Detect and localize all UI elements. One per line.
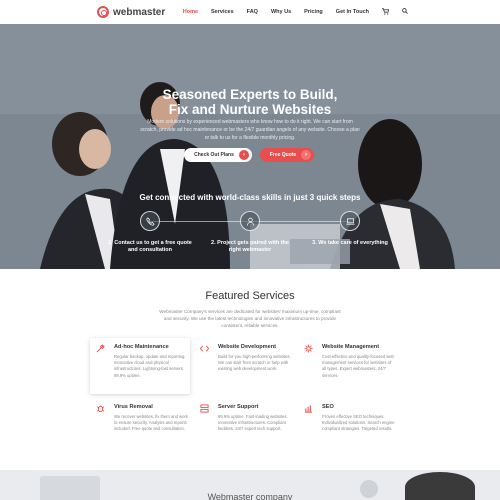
search-icon[interactable] <box>402 8 408 16</box>
service-card-website-development[interactable]: Website Development Build for-you high-p… <box>194 338 294 394</box>
nav-item-faq[interactable]: FAQ <box>247 9 258 15</box>
step-3-text: 3. We take care of everything <box>312 240 388 246</box>
featured-services-subtitle: Webmaster Company's services are dedicat… <box>159 309 341 328</box>
company-section-preview: Webmaster company <box>0 470 500 500</box>
hero-subtitle: Modern solutions by experienced webmaste… <box>140 119 360 141</box>
service-description: 99.9% uptime. Fast-loading websites. Inn… <box>218 414 288 432</box>
service-title: Website Management <box>322 344 380 350</box>
nav-item-services[interactable]: Services <box>211 9 234 15</box>
check-out-plans-label: Check Out Plans <box>194 152 234 158</box>
service-card-ad-hoc-maintenance[interactable]: Ad-hoc Maintenance Regular backup, updat… <box>90 338 190 394</box>
service-description: We recover websites, fix them and work t… <box>114 414 188 432</box>
site-header: webmaster Home Services FAQ Why Us Prici… <box>0 0 500 24</box>
logo[interactable]: webmaster <box>97 6 165 18</box>
hero-title-line-2: Fix and Nurture Websites <box>168 102 332 117</box>
check-out-plans-button[interactable]: Check Out Plans › <box>184 148 252 162</box>
hero-background-image <box>0 24 500 269</box>
nav-item-why-us[interactable]: Why Us <box>271 9 291 15</box>
service-title: Server Support <box>218 404 259 410</box>
service-description: Regular backup, update and reporting. In… <box>114 354 186 378</box>
company-section-title: Webmaster company <box>207 492 293 500</box>
bug-icon <box>96 404 105 413</box>
service-card-seo[interactable]: SEO Proven effective SEO techniques. Ind… <box>298 398 398 454</box>
step-2-text: 2. Project gets paired with the right we… <box>211 240 289 253</box>
cart-icon[interactable] <box>382 7 390 17</box>
service-title: SEO <box>322 404 334 410</box>
hero-title-line-1: Seasoned Experts to Build, <box>162 87 338 102</box>
laptop-icon <box>340 211 360 231</box>
hero-title: Seasoned Experts to Build, Fix and Nurtu… <box>0 87 500 117</box>
nav-item-home[interactable]: Home <box>183 9 198 15</box>
service-card-virus-removal[interactable]: Virus Removal We recover websites, fix t… <box>90 398 190 454</box>
arrow-right-icon: › <box>301 150 311 160</box>
gear-icon <box>304 344 313 353</box>
arrow-right-icon: › <box>239 150 249 160</box>
steps-title: Get connected with world-class skills in… <box>139 193 361 202</box>
service-description: Build for-you high-performing websites. … <box>218 354 291 372</box>
server-icon <box>200 404 209 413</box>
service-title: Virus Removal <box>114 404 153 410</box>
featured-services-title: Featured Services <box>205 290 295 302</box>
phone-icon <box>140 211 160 231</box>
nav-item-pricing[interactable]: Pricing <box>304 9 323 15</box>
code-icon <box>199 344 210 353</box>
service-title: Ad-hoc Maintenance <box>114 344 169 350</box>
service-title: Website Development <box>218 344 277 350</box>
free-quote-button[interactable]: Free Quote › <box>260 148 314 162</box>
chart-icon <box>304 404 313 413</box>
tools-icon <box>96 344 105 353</box>
service-description: Proven effective SEO techniques. Individ… <box>322 414 395 432</box>
nav-item-get-in-touch[interactable]: Get In Touch <box>336 9 369 15</box>
logo-icon <box>97 6 109 18</box>
free-quote-label: Free Quote <box>269 152 297 158</box>
hero-section: Seasoned Experts to Build, Fix and Nurtu… <box>0 24 500 269</box>
logo-text: webmaster <box>113 6 166 18</box>
step-1-text: 1. Contact us to get a free quote and co… <box>108 240 192 253</box>
service-description: Cost-effective and quality-focused web m… <box>322 354 394 378</box>
service-card-website-management[interactable]: Website Management Cost-effective and qu… <box>298 338 398 394</box>
main-nav: Home Services FAQ Why Us Pricing Get In … <box>183 7 408 17</box>
service-card-server-support[interactable]: Server Support 99.9% uptime. Fast-loadin… <box>194 398 294 454</box>
user-icon <box>240 211 260 231</box>
